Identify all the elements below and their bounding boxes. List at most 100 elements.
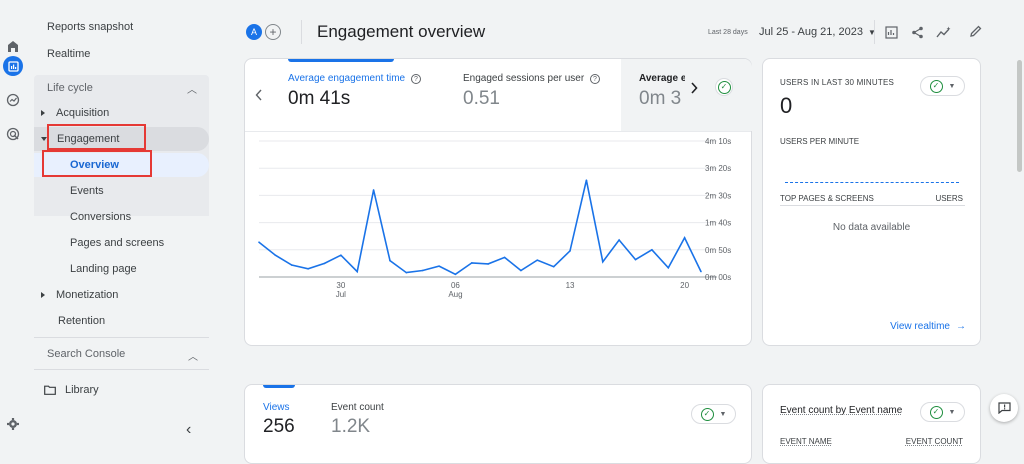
- metric-tab-event-count[interactable]: Event count 1.2K: [331, 402, 384, 438]
- metric-label: Engaged sessions per user: [463, 73, 585, 84]
- card-title[interactable]: Event count by Event name: [780, 405, 902, 416]
- check-circle-icon: ✓: [929, 405, 943, 419]
- help-icon[interactable]: ?: [589, 74, 600, 84]
- sidebar-item-acquisition[interactable]: Acquisition: [41, 102, 109, 124]
- collapse-sidebar-icon[interactable]: ‹: [186, 421, 191, 439]
- realtime-card: USERS IN LAST 30 MINUTES 0 ✓ ▼ USERS PER…: [762, 58, 981, 346]
- sidebar-item-monetization[interactable]: Monetization: [41, 284, 118, 306]
- status-chip[interactable]: ✓: [715, 78, 733, 96]
- data-point: [323, 262, 326, 265]
- data-point: [307, 268, 309, 270]
- data-point: [683, 237, 686, 239]
- annotation-box-overview: [42, 150, 152, 177]
- edit-icon[interactable]: [969, 25, 982, 38]
- gear-icon[interactable]: [3, 414, 23, 434]
- divider: [34, 369, 209, 370]
- sidebar-item-label: Library: [65, 384, 99, 396]
- check-circle-icon: ✓: [929, 79, 943, 93]
- users-per-minute-label: USERS PER MINUTE: [780, 137, 860, 146]
- x-tick-month-label: Aug: [448, 290, 462, 299]
- data-point: [421, 269, 424, 272]
- data-point: [372, 189, 375, 191]
- add-comparison-icon[interactable]: +: [265, 24, 281, 40]
- insights-icon[interactable]: [936, 26, 952, 39]
- views-event-count-card: Views 256 Event count 1.2K ✓ ▼: [244, 384, 752, 464]
- chevron-up-icon: ︿: [187, 85, 197, 96]
- status-chip[interactable]: ✓ ▼: [920, 402, 965, 422]
- x-tick-label: 30: [336, 281, 345, 290]
- metric-tab-views[interactable]: Views 256: [263, 402, 295, 438]
- share-icon[interactable]: [911, 26, 924, 39]
- sidebar-item-conversions[interactable]: Conversions: [70, 206, 131, 228]
- chevron-up-icon[interactable]: ︿: [188, 348, 198, 363]
- sidebar-section-search-console[interactable]: Search Console: [47, 343, 125, 365]
- metric-tab-engaged-sessions-per-user[interactable]: Engaged sessions per user ? 0.51: [463, 73, 600, 110]
- sidebar-item-retention[interactable]: Retention: [58, 310, 105, 332]
- status-chip[interactable]: ✓ ▼: [691, 404, 736, 424]
- data-point: [454, 273, 457, 276]
- y-tick-label: 1m 40s: [705, 219, 731, 228]
- sidebar-section-life-cycle[interactable]: Life cycle ︿: [34, 75, 209, 101]
- data-point: [471, 262, 473, 264]
- sidebar-item-library[interactable]: Library: [44, 379, 99, 401]
- metric-label: Views: [263, 402, 290, 413]
- sidebar-item-events[interactable]: Events: [70, 180, 104, 202]
- data-point: [356, 270, 359, 273]
- data-point: [438, 265, 440, 267]
- data-point: [290, 264, 293, 266]
- date-range-picker[interactable]: Jul 25 - Aug 21, 2023 ▼: [759, 26, 876, 38]
- data-point: [618, 239, 620, 241]
- event-count-column-header[interactable]: EVENT COUNT: [906, 437, 963, 446]
- sidebar-item-pages-and-screens[interactable]: Pages and screens: [70, 232, 164, 254]
- page-header: A + Engagement overview Last 28 days Jul…: [216, 0, 1024, 58]
- status-chip[interactable]: ✓ ▼: [920, 76, 965, 96]
- engagement-time-card: Average engagement time ? 0m 41s Engaged…: [244, 58, 752, 346]
- no-data-message: No data available: [832, 222, 911, 233]
- y-tick-label: 2m 30s: [705, 191, 731, 200]
- help-icon[interactable]: ?: [410, 74, 421, 84]
- sidebar-item-landing-page[interactable]: Landing page: [70, 258, 137, 280]
- metric-value: 0.51: [463, 88, 500, 109]
- avatar[interactable]: A: [246, 24, 262, 40]
- feedback-button[interactable]: [990, 394, 1018, 422]
- x-tick-label: 20: [680, 281, 689, 290]
- divider: [34, 337, 209, 338]
- chevron-left-icon[interactable]: [255, 89, 263, 101]
- sidebar-item-realtime[interactable]: Realtime: [47, 43, 90, 65]
- divider: [874, 20, 875, 44]
- users-column-label: USERS: [935, 194, 963, 203]
- explore-icon[interactable]: [3, 90, 23, 110]
- caret-right-icon: [41, 110, 45, 116]
- y-tick-label: 0m 00s: [705, 273, 731, 282]
- check-circle-icon: ✓: [717, 80, 731, 94]
- data-point: [520, 269, 522, 272]
- y-tick-label: 4m 10s: [705, 137, 731, 146]
- data-point: [651, 249, 653, 251]
- sidebar: Reports snapshot Realtime Life cycle ︿ A…: [26, 0, 216, 453]
- page-title: Engagement overview: [317, 22, 486, 41]
- section-label: Search Console: [47, 348, 126, 360]
- customize-report-icon[interactable]: [885, 26, 899, 39]
- date-prefix: Last 28 days: [708, 29, 748, 36]
- metric-label: Average e: [639, 73, 685, 84]
- section-label: Life cycle: [47, 82, 93, 94]
- data-point: [569, 250, 571, 252]
- data-point: [274, 254, 277, 257]
- sidebar-item-label: Monetization: [56, 289, 119, 301]
- scrollbar-thumb[interactable]: [1017, 60, 1022, 172]
- view-realtime-link[interactable]: View realtime →: [890, 321, 966, 332]
- sidebar-item-reports-snapshot[interactable]: Reports snapshot: [47, 16, 133, 38]
- metric-tab-avg-engagement-time[interactable]: Average engagement time ? 0m 41s: [288, 73, 421, 110]
- engagement-series-line: [258, 180, 702, 276]
- folder-icon: [44, 385, 56, 395]
- metric-tab-avg-engagement-truncated[interactable]: Average e 0m 3: [639, 73, 685, 110]
- feedback-icon: [997, 402, 1011, 414]
- event-name-column-header[interactable]: EVENT NAME: [780, 437, 832, 446]
- data-point: [700, 270, 702, 273]
- advertising-icon[interactable]: [3, 124, 23, 144]
- chevron-right-icon[interactable]: [690, 82, 698, 94]
- data-point: [503, 256, 506, 259]
- data-point: [667, 266, 670, 269]
- data-point: [340, 254, 342, 257]
- date-range-label: Jul 25 - Aug 21, 2023: [759, 26, 863, 38]
